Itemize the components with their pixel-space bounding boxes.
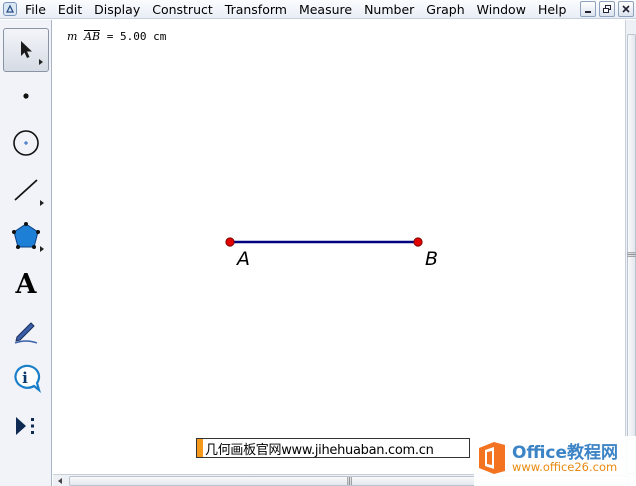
sketch-canvas[interactable]: m AB = 5.00 cm A B: [53, 20, 625, 474]
info-icon: i: [14, 364, 42, 393]
polygon-tool[interactable]: [3, 214, 49, 258]
restore-icon: [603, 5, 611, 13]
geometry-layer: [225, 237, 423, 247]
submenu-indicator: [39, 59, 43, 65]
watermark-text: 几何画板官网www.jihehuaban.com.cn: [205, 442, 434, 458]
toolbox: A i: [0, 20, 52, 486]
vertical-scrollbar[interactable]: |||: [625, 20, 636, 474]
menu-measure[interactable]: Measure: [293, 1, 358, 18]
menu-display[interactable]: Display: [88, 1, 146, 18]
line-segment-icon: [14, 179, 38, 201]
play-more-icon: [16, 417, 34, 435]
minimize-icon: [585, 11, 591, 13]
close-button[interactable]: [618, 1, 634, 17]
arrow-tool[interactable]: [3, 28, 49, 72]
restore-button[interactable]: [599, 1, 615, 17]
point-b[interactable]: [413, 237, 423, 247]
text-a-icon: A: [15, 268, 37, 300]
submenu-indicator: [40, 200, 44, 206]
information-tool[interactable]: i: [3, 356, 49, 400]
app-icon[interactable]: [3, 2, 17, 16]
menu-construct[interactable]: Construct: [146, 1, 219, 18]
logo-url: www.office26.com: [512, 460, 618, 474]
compass-tool[interactable]: [3, 121, 49, 165]
minimize-button[interactable]: [580, 1, 596, 17]
marker-tool[interactable]: [3, 309, 49, 353]
grip-icon: |||: [627, 251, 636, 257]
text-tool[interactable]: A: [3, 262, 49, 306]
pentagon-icon: [12, 222, 40, 249]
site-watermark: 几何画板官网www.jihehuaban.com.cn: [196, 438, 470, 458]
svg-text:i: i: [22, 369, 28, 387]
submenu-indicator: [40, 246, 44, 252]
menu-edit[interactable]: Edit: [52, 1, 88, 18]
office-logo-watermark: Office教程网 www.office26.com: [474, 436, 636, 486]
circle-icon: [13, 130, 39, 156]
grip-icon: |||: [346, 476, 352, 485]
menu-help[interactable]: Help: [532, 1, 573, 18]
straightedge-tool[interactable]: [3, 168, 49, 212]
menu-transform[interactable]: Transform: [219, 1, 293, 18]
arrow-cursor-icon: [21, 41, 32, 58]
point-label-b[interactable]: B: [425, 248, 438, 270]
close-icon: [622, 5, 630, 13]
menu-window[interactable]: Window: [471, 1, 532, 18]
custom-tool[interactable]: [3, 404, 49, 448]
point-label-a[interactable]: A: [237, 248, 250, 270]
menu-graph[interactable]: Graph: [420, 1, 470, 18]
menu-number[interactable]: Number: [358, 1, 420, 18]
point-icon: [23, 93, 29, 99]
point-a[interactable]: [225, 237, 235, 247]
scroll-left-arrow-icon[interactable]: [58, 478, 62, 484]
menu-file[interactable]: File: [23, 1, 52, 18]
pen-icon: [14, 322, 38, 344]
point-tool[interactable]: [3, 74, 49, 118]
office-logo-icon: [479, 442, 505, 474]
vertical-scroll-thumb[interactable]: |||: [627, 34, 636, 474]
window-controls: [580, 1, 634, 17]
menu-bar: File Edit Display Construct Transform Me…: [0, 0, 636, 19]
